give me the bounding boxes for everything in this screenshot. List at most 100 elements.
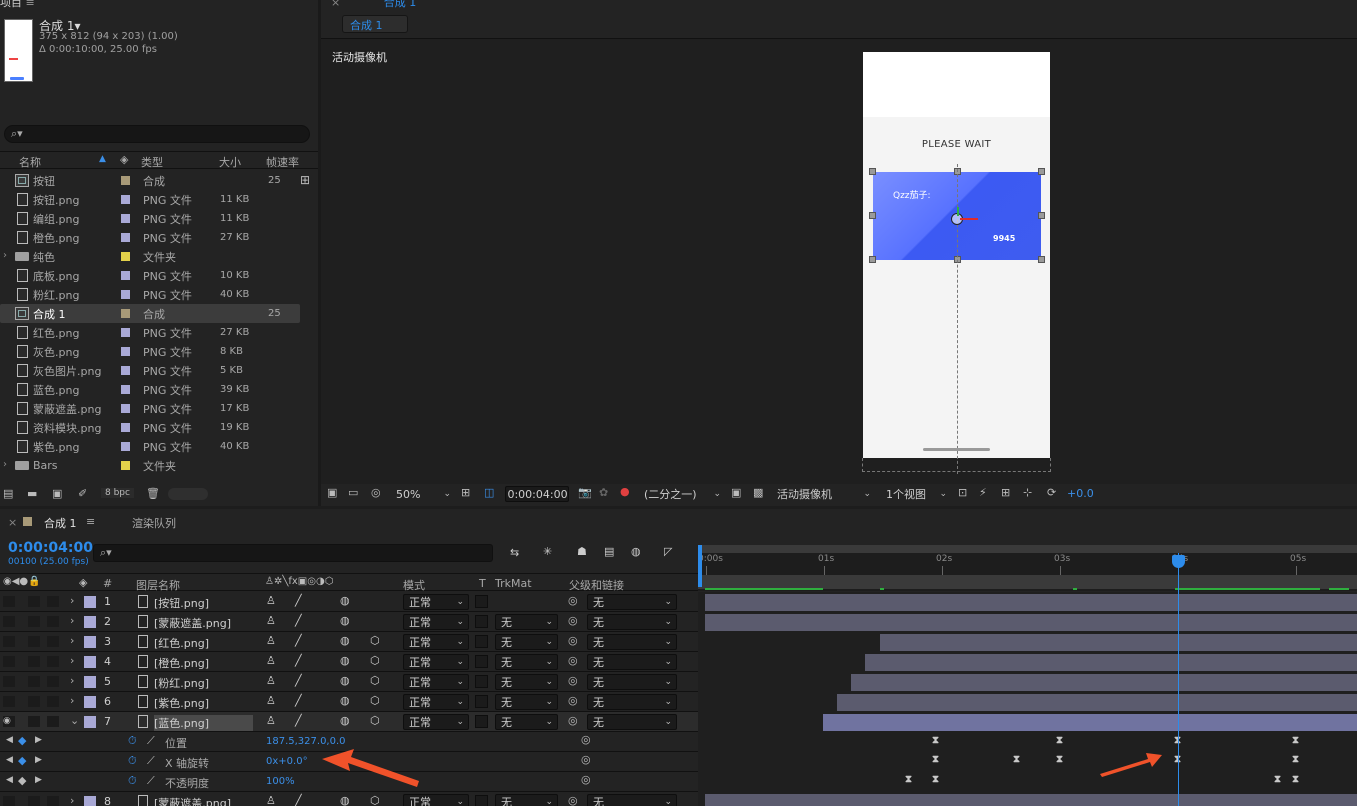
parent-dropdown[interactable]: 无 ⌄ [587,634,677,650]
composition-mini-flowchart-icon[interactable]: ⇆ [510,546,519,559]
column-t[interactable]: T [479,577,486,590]
trkmat-dropdown[interactable]: 无 ⌄ [495,674,558,690]
pickwhip-icon[interactable]: ◎ [568,614,578,627]
chevron-right-icon[interactable]: › [70,654,74,667]
bpc-button[interactable]: 8 bpc [101,488,134,498]
label-swatch[interactable] [121,176,130,185]
pickwhip-icon[interactable]: ◎ [568,694,578,707]
layer-row[interactable]: › 1 [按钮.png] ♙ ╱ ◍ 正常 ⌄ ◎ 无 ⌄ [0,592,700,612]
column-size[interactable]: 大小 [219,154,241,170]
layer-row[interactable]: › 3 [红色.png] ♙ ╱ ◍ ⬡ 正常 ⌄ 无 ⌄ ◎ 无 ⌄ [0,632,700,652]
solo-toggle[interactable] [28,616,40,627]
solo-toggle[interactable] [28,596,40,607]
quality-switch-icon[interactable]: ╱ [295,794,302,806]
next-keyframe-icon[interactable]: ▶ [35,775,42,785]
motion-blur-switch-icon[interactable]: ◍ [340,714,350,727]
switches-icons[interactable]: ♙✲╲fx▣◎◑⬡ [265,576,333,587]
layer-bar-7[interactable] [823,714,1357,731]
timeline-start-marker[interactable] [698,545,702,587]
reset-exposure-icon[interactable]: ⟳ [1047,486,1056,499]
playhead[interactable] [1178,553,1179,806]
column-fps[interactable]: 帧速率 [266,154,299,170]
label-swatch[interactable] [121,404,130,413]
toggle-pixel-aspect-icon[interactable]: ⊡ [958,486,967,499]
property-value[interactable]: 187.5,327.0,0.0 [266,736,346,747]
column-layer-name[interactable]: 图层名称 [136,577,180,593]
transparency-grid-icon[interactable]: ◫ [484,486,494,499]
views-dropdown[interactable]: 1个视图 ⌄ [881,486,951,502]
3d-layer-switch-icon[interactable]: ⬡ [370,714,380,727]
quality-switch-icon[interactable]: ╱ [295,674,302,687]
layer-bar-8[interactable] [705,794,1357,806]
parent-dropdown[interactable]: 无 ⌄ [587,594,677,610]
column-name[interactable]: 名称 [19,154,41,170]
chevron-right-icon[interactable]: › [70,614,74,627]
motion-blur-switch-icon[interactable]: ◍ [340,614,350,627]
visibility-toggle[interactable] [3,616,15,627]
close-icon[interactable]: × [8,516,17,529]
stopwatch-icon[interactable]: ⏱ [128,774,137,788]
tab-menu-icon[interactable]: ≡ [86,515,95,528]
zoom-dropdown[interactable]: 50% ⌄ [391,486,455,502]
visibility-toggle[interactable] [3,796,15,806]
chevron-right-icon[interactable]: › [3,459,7,470]
keyframe-icon[interactable]: ⧗ [1056,754,1063,765]
pickwhip-icon[interactable]: ◎ [568,654,578,667]
mode-dropdown[interactable]: 正常 ⌄ [403,674,469,690]
viewer-tab[interactable]: 合成 1 [342,15,408,33]
label-swatch[interactable] [121,309,130,318]
keyframe-icon[interactable]: ⧗ [1292,754,1299,765]
label-swatch[interactable] [121,461,130,470]
lock-toggle[interactable] [47,796,59,806]
layer-bar-5[interactable] [851,674,1357,691]
column-parent[interactable]: 父级和链接 [569,577,624,593]
keyframe-icon[interactable]: ⧗ [1056,735,1063,746]
preserve-transparency-toggle[interactable] [475,615,488,628]
expression-pickwhip-icon[interactable]: ◎ [581,773,591,786]
eye-icon[interactable]: ◉◀●🔒 [3,576,41,587]
motion-blur-icon[interactable]: ◍ [631,545,641,558]
preserve-transparency-toggle[interactable] [475,655,488,668]
mask-icon[interactable]: ◎ [371,486,381,499]
layer-bar-3[interactable] [880,634,1357,651]
selection-handle[interactable] [1038,212,1045,219]
mode-dropdown[interactable]: 正常 ⌄ [403,634,469,650]
chevron-right-icon[interactable]: › [70,594,74,607]
preserve-transparency-toggle[interactable] [475,675,488,688]
layer-label-swatch[interactable] [84,636,96,648]
visibility-toggle[interactable] [3,676,15,687]
label-swatch[interactable] [121,290,130,299]
preserve-transparency-toggle[interactable] [475,695,488,708]
shy-switch-icon[interactable]: ♙ [266,654,276,667]
parent-dropdown[interactable]: 无 ⌄ [587,654,677,670]
shy-layers-icon[interactable]: ☗ [577,545,587,558]
project-item[interactable]: 底板.png PNG 文件 10 KB [0,266,300,285]
project-item[interactable]: 灰色.png PNG 文件 8 KB [0,342,300,361]
timeline-tab-label[interactable]: 合成 1 [44,515,77,531]
selection-handle[interactable] [869,168,876,175]
keyframe-icon[interactable]: ⧗ [1292,774,1299,785]
parent-dropdown[interactable]: 无 ⌄ [587,794,677,806]
project-item[interactable]: 粉红.png PNG 文件 40 KB [0,285,300,304]
3d-layer-switch-icon[interactable]: ⬡ [370,634,380,647]
mode-dropdown[interactable]: 正常 ⌄ [403,794,469,806]
column-type[interactable]: 类型 [141,154,163,170]
pickwhip-icon[interactable]: ◎ [568,794,578,806]
project-item[interactable]: 蒙蔽遮盖.png PNG 文件 17 KB [0,399,300,418]
lock-toggle[interactable] [47,596,59,607]
monitor-icon[interactable]: ▭ [348,486,358,499]
label-tag-icon[interactable]: ◈ [79,576,87,589]
motion-blur-switch-icon[interactable]: ◍ [340,674,350,687]
preserve-transparency-toggle[interactable] [475,595,488,608]
motion-blur-switch-icon[interactable]: ◍ [340,654,350,667]
trkmat-dropdown[interactable]: 无 ⌄ [495,654,558,670]
fast-preview-icon[interactable]: ⚡ [979,486,987,499]
quality-switch-icon[interactable]: ╱ [295,714,302,727]
layer-row[interactable]: › 4 [橙色.png] ♙ ╱ ◍ ⬡ 正常 ⌄ 无 ⌄ ◎ 无 ⌄ [0,652,700,672]
resolution-dropdown[interactable]: (二分之一) ⌄ [639,486,725,502]
parent-dropdown[interactable]: 无 ⌄ [587,714,677,730]
project-item[interactable]: › Bars 文件夹 [0,456,300,475]
stopwatch-icon[interactable]: ⏱ [128,754,137,768]
layer-name[interactable]: [红色.png] [154,635,209,651]
new-comp-icon[interactable]: ▣ [52,487,62,500]
